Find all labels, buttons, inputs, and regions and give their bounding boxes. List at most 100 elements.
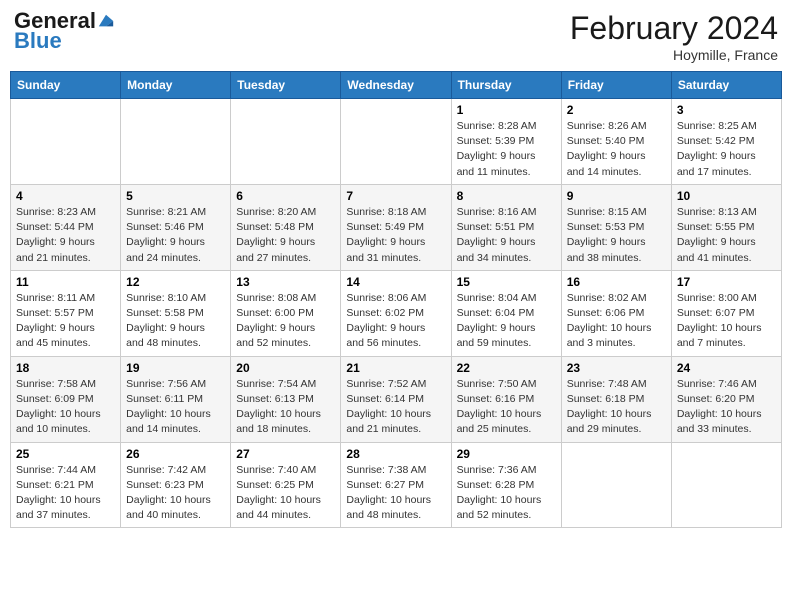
day-info: Sunrise: 8:26 AMSunset: 5:40 PMDaylight:… xyxy=(567,119,666,180)
day-info: Sunrise: 7:38 AMSunset: 6:27 PMDaylight:… xyxy=(346,463,445,524)
logo-icon xyxy=(97,12,115,30)
day-info: Sunrise: 8:28 AMSunset: 5:39 PMDaylight:… xyxy=(457,119,556,180)
day-info: Sunrise: 8:08 AMSunset: 6:00 PMDaylight:… xyxy=(236,291,335,352)
day-info: Sunrise: 8:16 AMSunset: 5:51 PMDaylight:… xyxy=(457,205,556,266)
calendar-cell: 16Sunrise: 8:02 AMSunset: 6:06 PMDayligh… xyxy=(561,270,671,356)
day-info: Sunrise: 8:13 AMSunset: 5:55 PMDaylight:… xyxy=(677,205,776,266)
calendar-cell: 15 Sunrise: 8:04 AMSunset: 6:04 PMDayligh… xyxy=(451,270,561,356)
day-number: 25 xyxy=(16,447,115,461)
calendar-cell: 25Sunrise: 7:44 AMSunset: 6:21 PMDayligh… xyxy=(11,442,121,528)
day-number: 7 xyxy=(346,189,445,203)
day-number: 28 xyxy=(346,447,445,461)
calendar-cell: 1 Sunrise: 8:28 AMSunset: 5:39 PMDaylight… xyxy=(451,99,561,185)
calendar-cell: 6 Sunrise: 8:20 AMSunset: 5:48 PMDaylight… xyxy=(231,184,341,270)
day-info: Sunrise: 7:54 AMSunset: 6:13 PMDaylight:… xyxy=(236,377,335,438)
day-info: Sunrise: 7:52 AMSunset: 6:14 PMDaylight:… xyxy=(346,377,445,438)
weekday-header-sunday: Sunday xyxy=(11,72,121,99)
calendar-cell xyxy=(121,99,231,185)
calendar-week-4: 25Sunrise: 7:44 AMSunset: 6:21 PMDayligh… xyxy=(11,442,782,528)
weekday-header-monday: Monday xyxy=(121,72,231,99)
calendar-cell: 19 Sunrise: 7:56 AMSunset: 6:11 PMDayligh… xyxy=(121,356,231,442)
calendar-cell: 29Sunrise: 7:36 AMSunset: 6:28 PMDayligh… xyxy=(451,442,561,528)
day-info: Sunrise: 8:06 AMSunset: 6:02 PMDaylight:… xyxy=(346,291,445,352)
weekday-header-thursday: Thursday xyxy=(451,72,561,99)
day-info: Sunrise: 7:48 AMSunset: 6:18 PMDaylight:… xyxy=(567,377,666,438)
day-info: Sunrise: 8:21 AMSunset: 5:46 PMDaylight:… xyxy=(126,205,225,266)
day-info: Sunrise: 8:15 AMSunset: 5:53 PMDaylight:… xyxy=(567,205,666,266)
calendar-cell xyxy=(341,99,451,185)
day-number: 20 xyxy=(236,361,335,375)
calendar-cell: 17Sunrise: 8:00 AMSunset: 6:07 PMDayligh… xyxy=(671,270,781,356)
day-info: Sunrise: 8:04 AMSunset: 6:04 PMDaylight:… xyxy=(457,291,556,352)
location-subtitle: Hoymille, France xyxy=(570,47,778,63)
day-number: 26 xyxy=(126,447,225,461)
calendar-cell: 7 Sunrise: 8:18 AMSunset: 5:49 PMDaylight… xyxy=(341,184,451,270)
calendar-cell: 5 Sunrise: 8:21 AMSunset: 5:46 PMDaylight… xyxy=(121,184,231,270)
calendar-cell: 3 Sunrise: 8:25 AMSunset: 5:42 PMDaylight… xyxy=(671,99,781,185)
day-info: Sunrise: 7:40 AMSunset: 6:25 PMDaylight:… xyxy=(236,463,335,524)
day-number: 19 xyxy=(126,361,225,375)
day-info: Sunrise: 8:25 AMSunset: 5:42 PMDaylight:… xyxy=(677,119,776,180)
day-number: 14 xyxy=(346,275,445,289)
calendar-cell: 2 Sunrise: 8:26 AMSunset: 5:40 PMDaylight… xyxy=(561,99,671,185)
calendar-cell xyxy=(231,99,341,185)
calendar-cell: 20 Sunrise: 7:54 AMSunset: 6:13 PMDayligh… xyxy=(231,356,341,442)
day-number: 22 xyxy=(457,361,556,375)
day-number: 13 xyxy=(236,275,335,289)
day-number: 4 xyxy=(16,189,115,203)
calendar-cell xyxy=(11,99,121,185)
day-number: 12 xyxy=(126,275,225,289)
day-number: 17 xyxy=(677,275,776,289)
calendar-cell: 13 Sunrise: 8:08 AMSunset: 6:00 PMDayligh… xyxy=(231,270,341,356)
calendar-table: SundayMondayTuesdayWednesdayThursdayFrid… xyxy=(10,71,782,528)
calendar-week-0: 1 Sunrise: 8:28 AMSunset: 5:39 PMDaylight… xyxy=(11,99,782,185)
day-number: 21 xyxy=(346,361,445,375)
weekday-header-tuesday: Tuesday xyxy=(231,72,341,99)
day-number: 29 xyxy=(457,447,556,461)
calendar-cell: 9 Sunrise: 8:15 AMSunset: 5:53 PMDaylight… xyxy=(561,184,671,270)
day-number: 18 xyxy=(16,361,115,375)
weekday-header-wednesday: Wednesday xyxy=(341,72,451,99)
calendar-cell xyxy=(561,442,671,528)
day-number: 9 xyxy=(567,189,666,203)
calendar-cell: 24Sunrise: 7:46 AMSunset: 6:20 PMDayligh… xyxy=(671,356,781,442)
weekday-header-friday: Friday xyxy=(561,72,671,99)
day-info: Sunrise: 8:23 AMSunset: 5:44 PMDaylight:… xyxy=(16,205,115,266)
day-number: 3 xyxy=(677,103,776,117)
day-info: Sunrise: 7:50 AMSunset: 6:16 PMDaylight:… xyxy=(457,377,556,438)
month-year-title: February 2024 xyxy=(570,10,778,47)
calendar-cell: 12 Sunrise: 8:10 AMSunset: 5:58 PMDayligh… xyxy=(121,270,231,356)
day-info: Sunrise: 8:11 AMSunset: 5:57 PMDaylight:… xyxy=(16,291,115,352)
calendar-cell: 23Sunrise: 7:48 AMSunset: 6:18 PMDayligh… xyxy=(561,356,671,442)
calendar-cell: 18 Sunrise: 7:58 AMSunset: 6:09 PMDayligh… xyxy=(11,356,121,442)
day-number: 8 xyxy=(457,189,556,203)
day-info: Sunrise: 7:42 AMSunset: 6:23 PMDaylight:… xyxy=(126,463,225,524)
day-number: 16 xyxy=(567,275,666,289)
day-number: 15 xyxy=(457,275,556,289)
calendar-week-3: 18 Sunrise: 7:58 AMSunset: 6:09 PMDayligh… xyxy=(11,356,782,442)
calendar-cell xyxy=(671,442,781,528)
calendar-cell: 4 Sunrise: 8:23 AMSunset: 5:44 PMDaylight… xyxy=(11,184,121,270)
day-number: 11 xyxy=(16,275,115,289)
day-info: Sunrise: 7:56 AMSunset: 6:11 PMDaylight:… xyxy=(126,377,225,438)
calendar-header: SundayMondayTuesdayWednesdayThursdayFrid… xyxy=(11,72,782,99)
calendar-cell: 28 Sunrise: 7:38 AMSunset: 6:27 PMDayligh… xyxy=(341,442,451,528)
calendar-body: 1 Sunrise: 8:28 AMSunset: 5:39 PMDaylight… xyxy=(11,99,782,528)
day-number: 6 xyxy=(236,189,335,203)
day-number: 1 xyxy=(457,103,556,117)
calendar-week-2: 11 Sunrise: 8:11 AMSunset: 5:57 PMDayligh… xyxy=(11,270,782,356)
calendar-cell: 11 Sunrise: 8:11 AMSunset: 5:57 PMDayligh… xyxy=(11,270,121,356)
calendar-cell: 27Sunrise: 7:40 AMSunset: 6:25 PMDayligh… xyxy=(231,442,341,528)
calendar-week-1: 4 Sunrise: 8:23 AMSunset: 5:44 PMDaylight… xyxy=(11,184,782,270)
day-info: Sunrise: 8:20 AMSunset: 5:48 PMDaylight:… xyxy=(236,205,335,266)
calendar-cell: 8 Sunrise: 8:16 AMSunset: 5:51 PMDaylight… xyxy=(451,184,561,270)
logo: General Blue xyxy=(14,10,115,54)
day-info: Sunrise: 8:10 AMSunset: 5:58 PMDaylight:… xyxy=(126,291,225,352)
calendar-cell: 14 Sunrise: 8:06 AMSunset: 6:02 PMDayligh… xyxy=(341,270,451,356)
day-info: Sunrise: 7:58 AMSunset: 6:09 PMDaylight:… xyxy=(16,377,115,438)
day-number: 2 xyxy=(567,103,666,117)
title-block: February 2024 Hoymille, France xyxy=(570,10,778,63)
day-info: Sunrise: 8:18 AMSunset: 5:49 PMDaylight:… xyxy=(346,205,445,266)
day-number: 24 xyxy=(677,361,776,375)
day-number: 5 xyxy=(126,189,225,203)
